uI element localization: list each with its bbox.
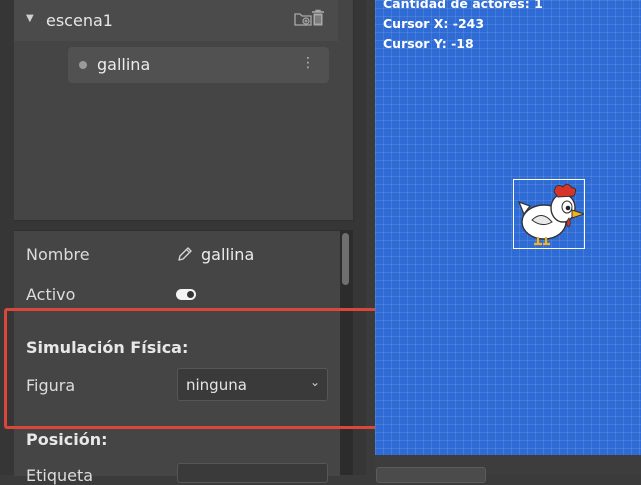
- kebab-menu-icon[interactable]: ⋮: [301, 55, 315, 71]
- scene-label: escena1: [46, 11, 113, 30]
- chicken-icon: [517, 183, 586, 246]
- actor-label: gallina: [97, 55, 151, 74]
- highlight-box: [4, 308, 397, 429]
- chicken-sprite[interactable]: [513, 179, 586, 249]
- actor-dot-icon: [79, 61, 87, 69]
- folder-add-icon[interactable]: [294, 11, 312, 26]
- name-label: Nombre: [26, 245, 90, 264]
- etiqueta-label: Etiqueta: [26, 466, 94, 485]
- cursor-y-text: Cursor Y: -18: [383, 36, 474, 51]
- cursor-x-text: Cursor X: -243: [383, 16, 485, 31]
- scene-canvas[interactable]: Cantidad de actores: 1 Cursor X: -243 Cu…: [375, 0, 641, 455]
- chevron-down-icon[interactable]: ▼: [26, 13, 34, 24]
- trash-icon[interactable]: [311, 9, 325, 27]
- actor-count-text: Cantidad de actores: 1: [383, 0, 543, 11]
- active-toggle[interactable]: [176, 289, 196, 300]
- bottom-button[interactable]: [376, 467, 486, 483]
- active-label: Activo: [26, 285, 76, 304]
- scrollbar-thumb[interactable]: [342, 233, 349, 285]
- scene-row[interactable]: ▼ escena1: [14, 0, 338, 41]
- etiqueta-input[interactable]: [177, 463, 328, 483]
- toggle-knob: [187, 291, 194, 298]
- name-value[interactable]: gallina: [201, 245, 254, 264]
- position-section-title: Posición:: [26, 430, 108, 449]
- actor-list-item[interactable]: gallina ⋮: [68, 47, 329, 83]
- pencil-icon[interactable]: [177, 246, 193, 262]
